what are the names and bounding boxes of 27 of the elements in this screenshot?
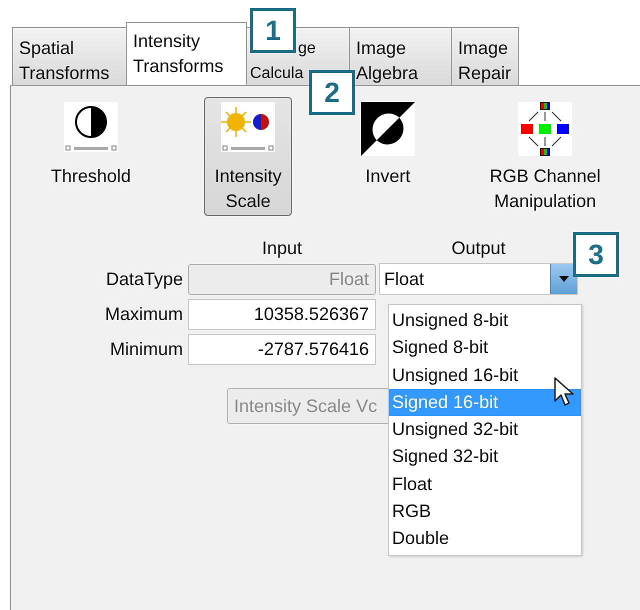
- tab[interactable]: Image Algebra: [349, 27, 452, 85]
- field-label: Minimum: [108, 339, 184, 360]
- input-field[interactable]: -2787.576416: [188, 334, 376, 365]
- tab[interactable]: Image Repair: [451, 27, 519, 85]
- tool-button[interactable]: Intensity Scale: [204, 97, 292, 216]
- callout-number: 1: [250, 8, 296, 53]
- tool-button[interactable]: RGB Channel Manipulation: [475, 97, 616, 216]
- input-field[interactable]: 10358.526367: [188, 299, 376, 330]
- dropdown-option[interactable]: Unsigned 8-bit: [389, 307, 581, 334]
- dropdown-option[interactable]: Float: [389, 470, 581, 498]
- color-channels-icon: [518, 102, 572, 156]
- dropdown-option[interactable]: RGB: [389, 498, 581, 526]
- output-dropdown[interactable]: Float: [379, 263, 578, 295]
- caret-icon: [559, 276, 569, 282]
- column-header: Output: [450, 237, 507, 259]
- column-header: Input: [260, 237, 304, 259]
- field-label: Maximum: [104, 304, 184, 325]
- tool-button[interactable]: Threshold: [46, 97, 135, 216]
- field-label: DataType: [104, 268, 184, 290]
- inverted-circle-icon: [360, 102, 415, 156]
- callout-number: 2: [309, 70, 355, 115]
- dropdown-option[interactable]: Signed 8-bit: [389, 334, 581, 362]
- tab[interactable]: Spatial Transforms: [12, 27, 127, 85]
- dropdown-option[interactable]: Unsigned 16-bit: [389, 362, 581, 389]
- callout-number: 3: [573, 232, 619, 277]
- dropdown-option[interactable]: Signed 32-bit: [389, 443, 581, 471]
- dropdown-option[interactable]: Double: [389, 525, 581, 553]
